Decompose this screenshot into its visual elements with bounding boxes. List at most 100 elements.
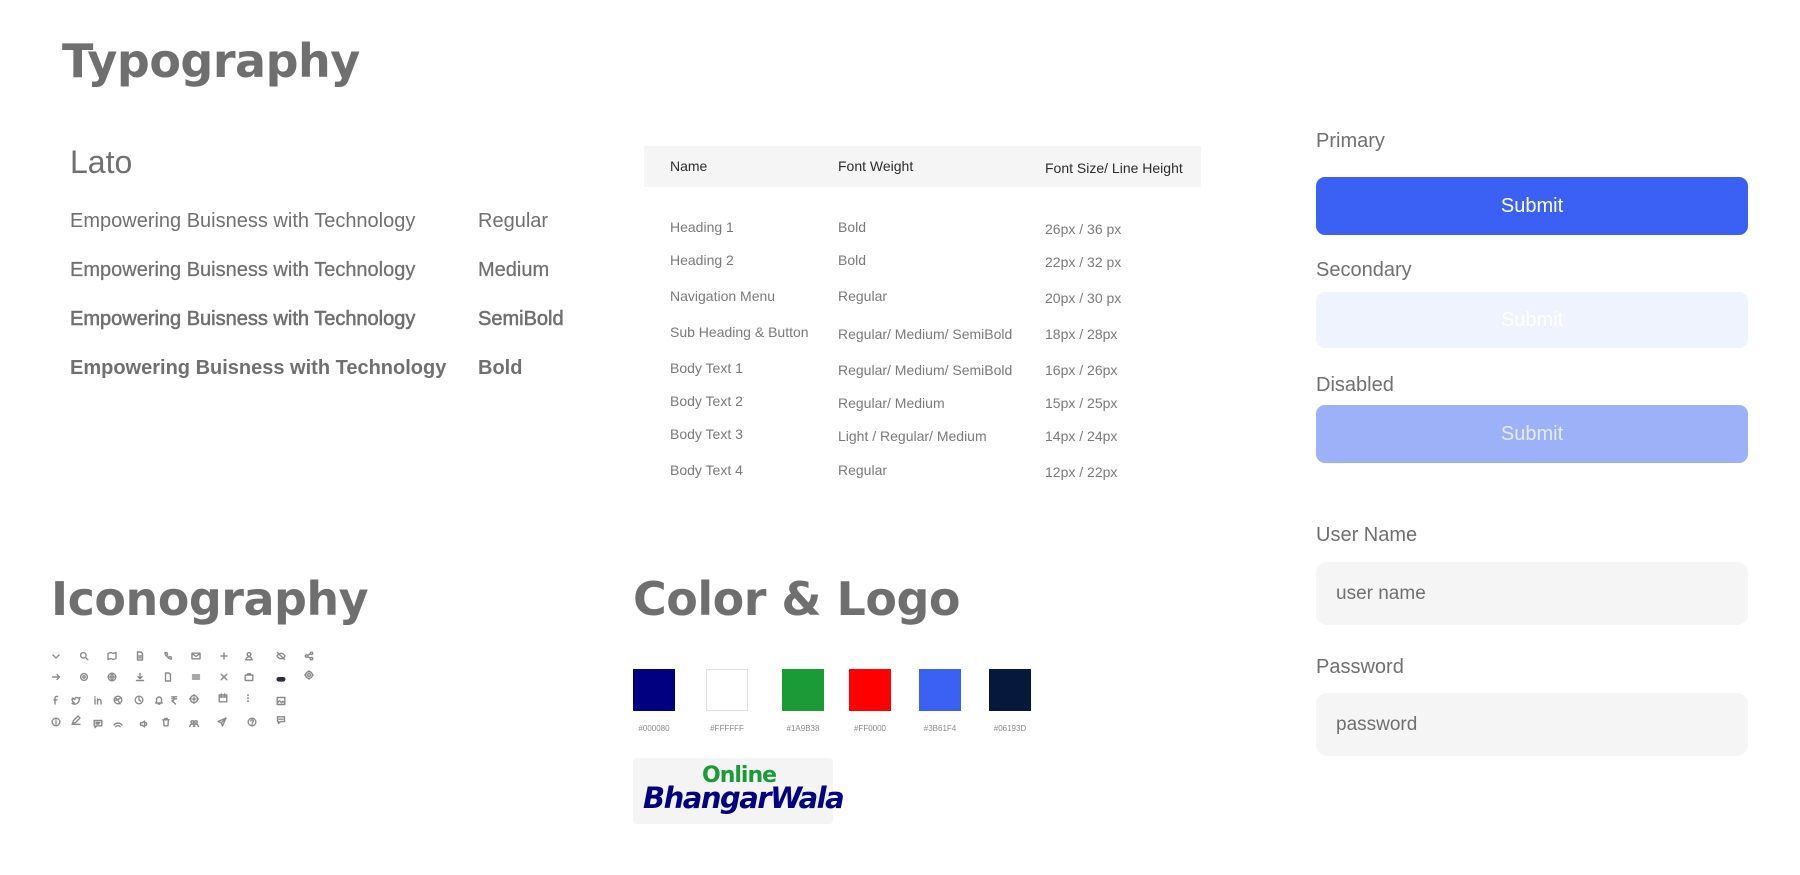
twitter-icon <box>70 694 82 706</box>
table-header-font-weight: Font Weight <box>838 158 914 174</box>
info-icon <box>50 716 62 728</box>
table-cell: 18px / 28px <box>1045 326 1118 342</box>
swatch-label: #3B61F4 <box>923 724 957 733</box>
menu-icon <box>190 671 202 683</box>
table-cell: 15px / 25px <box>1045 395 1118 411</box>
swatch-label: #000080 <box>638 724 670 733</box>
secondary-submit-button[interactable]: Submit <box>1316 292 1748 348</box>
iconography-title: Iconography <box>51 572 369 626</box>
bell-icon <box>153 694 165 706</box>
color-swatch-blue <box>919 669 961 711</box>
wifi-icon <box>112 719 124 731</box>
weight-label-semibold: SemiBold <box>478 308 564 331</box>
settings-icon <box>78 671 90 683</box>
table-cell: 16px / 26px <box>1045 362 1118 378</box>
calendar-icon <box>217 692 229 704</box>
table-row: Body Text 1 <box>670 360 743 376</box>
username-input[interactable] <box>1316 562 1748 625</box>
table-cell: Light / Regular/ Medium <box>838 428 987 444</box>
table-row: Body Text 4 <box>670 462 743 478</box>
users-icon <box>188 717 200 729</box>
target-icon <box>188 693 200 705</box>
disabled-label: Disabled <box>1316 374 1394 396</box>
color-swatch-green <box>782 669 824 711</box>
logo-main-text: BhangarWala <box>643 781 845 815</box>
clock-icon <box>133 694 145 706</box>
icon-grid <box>50 650 330 732</box>
close-icon <box>218 671 230 683</box>
user-icon <box>243 650 255 662</box>
table-row: Sub Heading & Button <box>670 324 809 340</box>
share-icon <box>303 650 315 662</box>
password-input[interactable] <box>1316 693 1748 756</box>
dribbble-icon <box>112 694 124 706</box>
swatch-label: #1A9B38 <box>786 724 820 733</box>
table-row: Body Text 2 <box>670 393 743 409</box>
password-label: Password <box>1316 656 1404 678</box>
typography-title: Typography <box>62 34 360 88</box>
mail-icon <box>190 650 202 662</box>
toggle-icon <box>275 673 287 685</box>
table-cell: 14px / 24px <box>1045 428 1118 444</box>
help-icon <box>246 716 258 728</box>
color-swatch-dark-navy <box>989 669 1031 711</box>
chevron-down-icon <box>50 650 62 662</box>
phone-icon <box>162 650 174 662</box>
color-swatch-white <box>706 669 748 711</box>
secondary-label: Secondary <box>1316 259 1412 281</box>
table-cell: 20px / 30 px <box>1045 290 1122 306</box>
more-vertical-icon <box>242 692 254 704</box>
file-icon <box>162 671 174 683</box>
table-cell: Bold <box>838 219 867 235</box>
edit-icon <box>70 714 82 726</box>
swatch-label: #FFFFFF <box>710 724 744 733</box>
table-cell: 22px / 32 px <box>1045 254 1122 270</box>
download-icon <box>134 671 146 683</box>
table-row: Heading 1 <box>670 219 734 235</box>
message-icon <box>275 714 287 726</box>
chat-icon <box>92 718 104 730</box>
table-header-name: Name <box>670 158 708 174</box>
gear-icon <box>303 669 315 681</box>
rupee-icon <box>168 694 180 706</box>
table-cell: Regular/ Medium/ SemiBold <box>838 362 1013 378</box>
image-icon <box>275 695 287 707</box>
username-label: User Name <box>1316 524 1418 546</box>
facebook-icon <box>50 694 62 706</box>
weight-label-regular: Regular <box>478 210 549 232</box>
table-row: Body Text 3 <box>670 426 743 442</box>
table-cell: 12px / 22px <box>1045 464 1118 480</box>
eye-off-icon <box>275 650 287 662</box>
primary-submit-button[interactable]: Submit <box>1316 177 1748 235</box>
table-row: Navigation Menu <box>670 288 776 304</box>
weight-label-medium: Medium <box>478 259 550 281</box>
table-row: Heading 2 <box>670 252 734 268</box>
company-logo: Online BhangarWala <box>633 758 845 824</box>
font-name-heading: Lato <box>70 144 133 180</box>
volume-icon <box>138 718 150 730</box>
swatch-label: #06193D <box>993 724 1027 733</box>
table-cell: Regular/ Medium/ SemiBold <box>838 326 1013 342</box>
color-swatch-navy <box>633 669 675 711</box>
sample-text-bold: Empowering Buisness with Technology <box>70 357 447 379</box>
disabled-submit-button: Submit <box>1316 405 1748 463</box>
sample-text-semibold: Empowering Buisness with Technology <box>70 308 416 331</box>
swatch-label: #FF0000 <box>853 724 887 733</box>
sample-text-medium: Empowering Buisness with Technology <box>70 259 416 281</box>
briefcase-icon <box>243 671 255 683</box>
color-swatch-red <box>849 669 891 711</box>
primary-label: Primary <box>1316 130 1385 152</box>
table-header-font-size: Font Size/ Line Height <box>1045 160 1183 176</box>
sample-text-regular: Empowering Buisness with Technology <box>70 210 416 232</box>
table-cell: Regular <box>838 462 888 478</box>
table-cell: Bold <box>838 252 867 268</box>
table-cell: Regular/ Medium <box>838 395 945 411</box>
table-cell: Regular <box>838 288 888 304</box>
arrow-right-icon <box>50 671 62 683</box>
color-logo-title: Color & Logo <box>633 572 961 626</box>
table-cell: 26px / 36 px <box>1045 221 1122 237</box>
globe-icon <box>106 671 118 683</box>
map-icon <box>106 650 118 662</box>
send-icon <box>216 716 228 728</box>
linkedin-icon <box>92 694 104 706</box>
